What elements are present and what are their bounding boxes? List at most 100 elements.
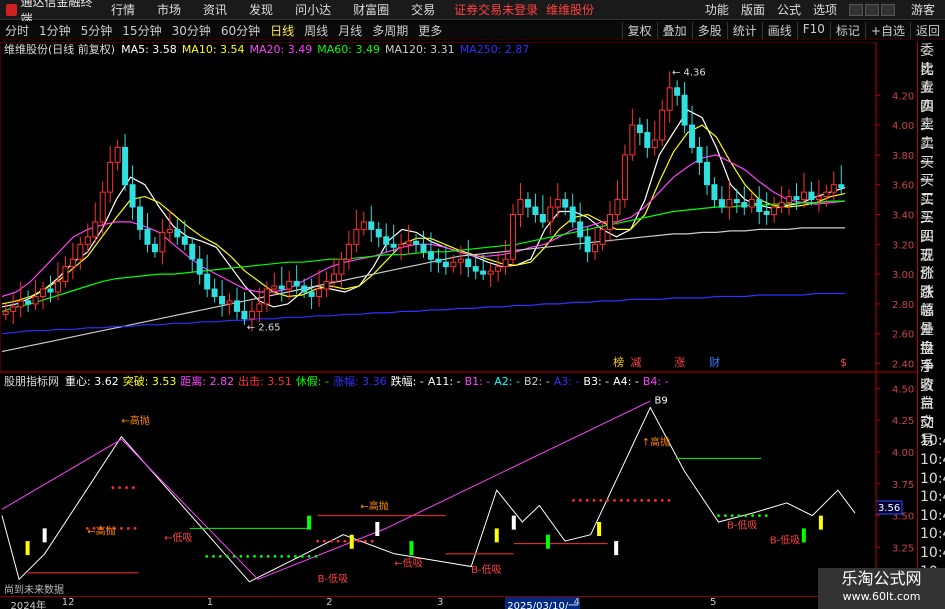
tool-overlay[interactable]: 叠加 <box>656 21 692 39</box>
tool-mark[interactable]: 标记 <box>829 21 865 39</box>
side-item[interactable]: 收益 <box>918 377 945 413</box>
side-item[interactable]: 交易 <box>918 414 945 450</box>
side-item[interactable]: 10:44 <box>918 488 945 507</box>
side-item[interactable]: 卖三 <box>918 98 945 134</box>
menu-item-wealth[interactable]: 财富圈 <box>342 1 400 18</box>
minimize-icon[interactable] <box>848 3 863 16</box>
period-daily[interactable]: 日线 <box>265 22 299 39</box>
event-badge: 榜 <box>613 355 624 369</box>
login-notice[interactable]: 证券交易未登录 <box>454 1 538 18</box>
period-more[interactable]: 更多 <box>413 22 447 39</box>
ind-legend-14: B4: - <box>642 374 669 388</box>
candle <box>674 87 681 96</box>
menu-formula[interactable]: 公式 <box>771 1 807 18</box>
side-item[interactable]: 10:44 <box>918 544 945 563</box>
candle <box>226 300 233 305</box>
guest-user[interactable]: 游客 <box>901 1 945 18</box>
candle <box>278 285 285 290</box>
indicator-label: B-低吸 <box>727 518 757 531</box>
side-item[interactable]: 卖四 <box>918 79 945 115</box>
price-tick-label: 2.40 <box>892 360 914 371</box>
signal-dot <box>329 539 333 543</box>
tool-add-watch[interactable]: +自选 <box>864 21 910 39</box>
signal-dot <box>633 498 637 502</box>
indicator-label: ←高抛 <box>360 499 388 512</box>
candle <box>696 146 703 163</box>
side-item[interactable]: 卖五 <box>918 61 945 97</box>
signal-dot <box>232 554 236 558</box>
side-item[interactable]: 10:44 <box>918 507 945 526</box>
side-item[interactable]: 换手 <box>918 340 945 376</box>
side-item[interactable]: 涨跌 <box>918 265 945 301</box>
side-item[interactable]: 买五 <box>918 228 945 264</box>
tool-multi[interactable]: 多股 <box>691 21 727 39</box>
side-item[interactable]: 自动 <box>918 395 945 431</box>
tool-stats[interactable]: 统计 <box>726 21 762 39</box>
tool-draw[interactable]: 画线 <box>761 21 797 39</box>
side-item[interactable]: 10:44 <box>918 451 945 470</box>
side-item[interactable]: 10:44 <box>918 525 945 544</box>
tool-back[interactable]: 返回 <box>909 21 945 39</box>
indicator-label: ←低吸 <box>164 531 192 544</box>
menu-layout[interactable]: 版面 <box>735 1 771 18</box>
period-monthly[interactable]: 月线 <box>333 22 367 39</box>
side-item[interactable]: 净资 <box>918 358 945 394</box>
menu-options[interactable]: 选项 <box>807 1 843 18</box>
candle <box>838 184 845 189</box>
ind-tick-label: 4.50 <box>892 384 914 395</box>
price-tick-label: 3.80 <box>892 151 914 162</box>
tool-f10[interactable]: F10 <box>796 21 830 39</box>
period-60min[interactable]: 60分钟 <box>216 22 265 39</box>
ind-legend-1: 突破: 3.53 <box>122 375 177 388</box>
side-item[interactable]: 外盘 <box>918 321 945 357</box>
side-item[interactable]: 卖一 <box>918 135 945 171</box>
period-30min[interactable]: 30分钟 <box>167 22 216 39</box>
window-controls <box>843 3 901 16</box>
menu-item-trade[interactable]: 交易 <box>400 1 446 18</box>
signal-dot <box>131 486 135 490</box>
close-icon[interactable] <box>880 3 895 16</box>
side-item[interactable]: 涨幅 <box>918 284 945 320</box>
side-item[interactable]: 卖二 <box>918 116 945 152</box>
side-item[interactable]: 委比 <box>918 42 945 78</box>
signal-dot <box>273 554 277 558</box>
candle <box>405 240 412 245</box>
side-item[interactable]: 买一 <box>918 154 945 190</box>
menu-item-discover[interactable]: 发现 <box>238 1 284 18</box>
side-item[interactable]: 10:44 <box>918 432 945 451</box>
period-intraday[interactable]: 分时 <box>0 22 34 39</box>
ind-legend-10: B2: - <box>523 374 550 388</box>
ind-tick-label: 4.00 <box>892 448 914 459</box>
date-label: 12 <box>61 597 75 608</box>
period-5min[interactable]: 5分钟 <box>76 22 118 39</box>
candle <box>151 243 158 253</box>
period-15min[interactable]: 15分钟 <box>117 22 166 39</box>
tool-adjust[interactable]: 复权 <box>621 21 657 39</box>
side-item[interactable]: 10:44 <box>918 470 945 489</box>
period-multi[interactable]: 多周期 <box>367 22 413 39</box>
side-item[interactable]: 买二 <box>918 172 945 208</box>
price-chart[interactable]: ← 4.36 ← 2.65 4.20 4.00 3.80 3.60 3.40 3.20 3.0… <box>0 42 916 596</box>
price-tick-label: 3.20 <box>892 240 914 251</box>
side-item[interactable]: 买四 <box>918 209 945 245</box>
side-item[interactable]: 买三 <box>918 191 945 227</box>
period-weekly[interactable]: 周线 <box>299 22 333 39</box>
stock-name: 维维股份 <box>546 3 595 17</box>
menu-item-news[interactable]: 资讯 <box>192 1 238 18</box>
candle <box>62 266 69 283</box>
menu-item-market[interactable]: 行情 <box>100 1 146 18</box>
menu-item-ask[interactable]: 问小达 <box>284 1 342 18</box>
maximize-icon[interactable] <box>864 3 879 16</box>
signal-dot <box>314 554 318 558</box>
period-1min[interactable]: 1分钟 <box>34 22 76 39</box>
candle <box>733 199 740 204</box>
candle <box>181 236 188 245</box>
watermark: 乐淘公式网 www.60lt.com <box>818 568 945 609</box>
ind-legend-12: B3: - <box>583 374 610 388</box>
signal-dot <box>599 498 603 502</box>
menu-item-markets[interactable]: 市场 <box>146 1 192 18</box>
side-item[interactable]: 总量 <box>918 302 945 338</box>
menu-function[interactable]: 功能 <box>699 1 735 18</box>
side-item[interactable]: 现价 <box>918 247 945 283</box>
candle <box>607 213 614 230</box>
